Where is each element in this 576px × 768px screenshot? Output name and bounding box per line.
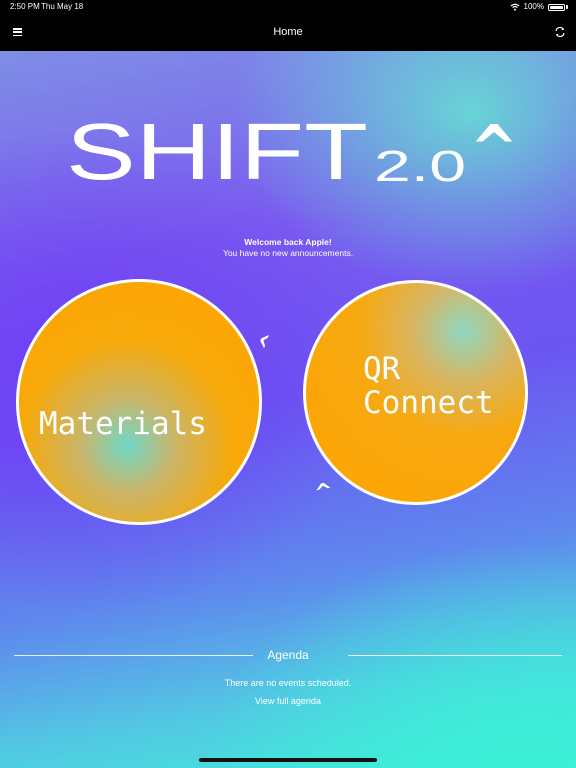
announcements-text: You have no new announcements.: [222, 248, 354, 258]
status-bar: 2:50 PM Thu May 18 100%: [0, 0, 576, 14]
wifi-icon: [510, 3, 519, 11]
divider: [348, 655, 562, 656]
logo-version: 2.0: [374, 142, 466, 191]
caret-icon: ^: [254, 329, 285, 356]
view-full-agenda-link[interactable]: View full agenda: [0, 696, 576, 706]
materials-label: Materials: [39, 406, 207, 442]
qr-connect-label-line2: Connect: [363, 385, 494, 421]
battery-icon: [548, 3, 565, 11]
shift-logo: SHIFT 2.0 ^: [66, 115, 518, 195]
agenda-header: Agenda: [14, 646, 562, 664]
materials-button[interactable]: Materials: [16, 279, 262, 525]
status-right: 100%: [510, 0, 568, 14]
logo-caret: ^: [470, 115, 518, 187]
home-screen: SHIFT 2.0 ^ Welcome back Apple! You have…: [0, 51, 576, 768]
battery-percent: 100%: [523, 2, 544, 11]
nav-bar: Home: [0, 14, 576, 51]
welcome-message: Welcome back Apple! You have no new anno…: [0, 237, 576, 259]
refresh-icon[interactable]: [554, 26, 566, 38]
page-title: Home: [273, 26, 303, 38]
qr-connect-label-line1: QR: [363, 351, 401, 387]
status-time: 2:50 PM: [10, 2, 40, 11]
status-date: Thu May 18: [41, 2, 84, 11]
qr-connect-button[interactable]: QR Connect: [303, 280, 528, 505]
welcome-greeting: Welcome back Apple!: [244, 237, 332, 247]
logo-main: SHIFT: [66, 115, 368, 195]
caret-icon: ^: [312, 478, 336, 507]
home-indicator[interactable]: [199, 758, 377, 762]
agenda-empty-text: There are no events scheduled.: [224, 678, 352, 688]
battery-tip: [566, 5, 568, 9]
